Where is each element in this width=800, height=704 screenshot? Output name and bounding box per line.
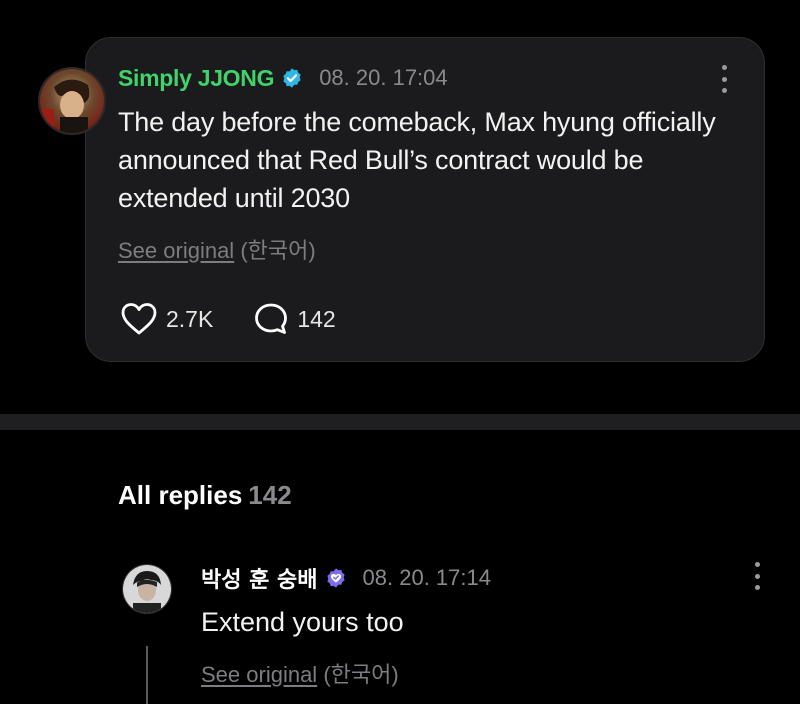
see-original-row: See original (한국어) — [118, 233, 316, 265]
post-stats: 2.7K 142 — [120, 302, 376, 336]
reply-see-original-row: See original (한국어) — [201, 657, 399, 689]
reply-author-row: 박성 훈 숭배 08. 20. 17:14 — [201, 563, 491, 593]
reply-author-avatar[interactable] — [122, 564, 172, 614]
replies-count: 142 — [248, 480, 292, 510]
like-button[interactable]: 2.7K — [120, 302, 213, 336]
more-vertical-icon[interactable] — [719, 65, 729, 93]
post-timestamp: 08. 20. 17:04 — [319, 65, 448, 90]
heart-icon — [121, 303, 157, 335]
replies-heading-label: All replies — [118, 480, 243, 510]
thread-line — [146, 646, 148, 704]
section-divider — [0, 414, 800, 430]
post-author-name[interactable]: Simply JJONG — [118, 65, 274, 92]
reply-timestamp: 08. 20. 17:14 — [362, 565, 491, 590]
replies-heading: All replies 142 — [118, 480, 292, 511]
author-avatar[interactable] — [38, 67, 106, 135]
comment-count: 142 — [297, 305, 336, 332]
reply-see-original-link[interactable]: See original — [201, 662, 317, 687]
speech-bubble-icon — [255, 303, 288, 334]
verified-heart-badge-icon — [325, 567, 347, 589]
see-original-link[interactable]: See original — [118, 238, 234, 263]
original-language-label: (한국어) — [240, 238, 316, 263]
reply-original-language-label: (한국어) — [323, 662, 399, 687]
comment-button[interactable]: 142 — [253, 302, 336, 336]
more-vertical-icon[interactable] — [752, 562, 762, 590]
reply-body-text: Extend yours too — [201, 607, 404, 637]
reply-author-name[interactable]: 박성 훈 숭배 — [201, 562, 318, 594]
like-count: 2.7K — [166, 305, 214, 332]
post-author-row: Simply JJONG 08. 20. 17:04 — [118, 63, 448, 93]
post-body-text: The day before the comeback, Max hyung o… — [118, 107, 716, 213]
verified-check-icon — [281, 67, 303, 89]
